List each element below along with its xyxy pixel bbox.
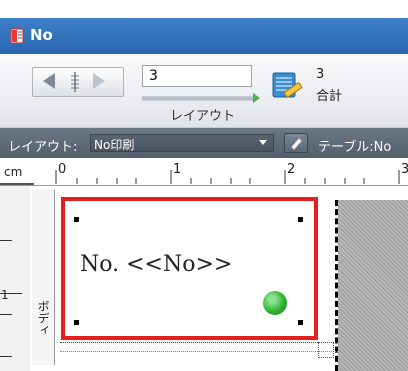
resize-handle-bottom-right[interactable] — [298, 320, 303, 325]
ruler-mark-2: 2 — [287, 162, 296, 177]
title-bar: No — [0, 18, 408, 54]
resize-handle-bottom-left[interactable] — [74, 320, 79, 325]
layout-bar-label: レイアウト: — [8, 140, 78, 155]
window-title: No — [30, 26, 53, 44]
record-slider[interactable] — [142, 93, 260, 103]
ruler-mark-3: 3 — [401, 162, 408, 177]
toolbar-layout-label: レイアウト — [170, 109, 236, 124]
vertical-ruler — [0, 186, 30, 371]
ruler-mark-1: 1 — [173, 162, 182, 177]
book-spine-icon — [71, 72, 79, 92]
app-icon — [10, 28, 24, 44]
boundary-marker — [318, 342, 334, 358]
found-set-icon — [272, 72, 303, 98]
status-indicator-icon — [263, 291, 287, 315]
edit-layout-button[interactable] — [284, 133, 308, 153]
dropdown-chevron-icon — [259, 140, 267, 145]
part-boundary-line — [60, 342, 338, 343]
ruler-corner — [0, 183, 34, 185]
layout-select[interactable]: No印刷 — [90, 134, 274, 152]
merge-field-text[interactable]: No. <<No>> — [80, 252, 232, 277]
table-label: テーブル:No — [318, 140, 392, 155]
ruler-mark-0: 0 — [58, 162, 67, 177]
out-of-bounds-area — [338, 200, 408, 371]
resize-handle-top-right[interactable] — [298, 217, 303, 222]
layout-bar: レイアウト: No印刷 テーブル:No — [0, 128, 408, 158]
body-part-label: ボディ — [36, 300, 50, 336]
record-number-field[interactable]: 3 — [142, 65, 252, 87]
page-boundary-line — [335, 200, 338, 371]
slider-thumb[interactable] — [253, 93, 260, 103]
vertical-ruler-mark: 1 — [1, 288, 9, 302]
resize-handle-top-left[interactable] — [74, 217, 79, 222]
part-boundary-line-2 — [60, 351, 338, 352]
edit-icon — [291, 138, 302, 150]
prev-record-icon[interactable] — [43, 73, 55, 89]
total-label: 合計 — [316, 89, 343, 104]
cropped-caption — [0, 0, 408, 18]
layout-select-value: No印刷 — [94, 138, 135, 152]
next-record-icon[interactable] — [93, 73, 105, 89]
ruler-unit: cm — [4, 165, 23, 179]
book-icon[interactable] — [32, 67, 124, 97]
body-part-tab[interactable]: ボディ — [32, 190, 55, 365]
found-count: 3 — [316, 67, 325, 82]
